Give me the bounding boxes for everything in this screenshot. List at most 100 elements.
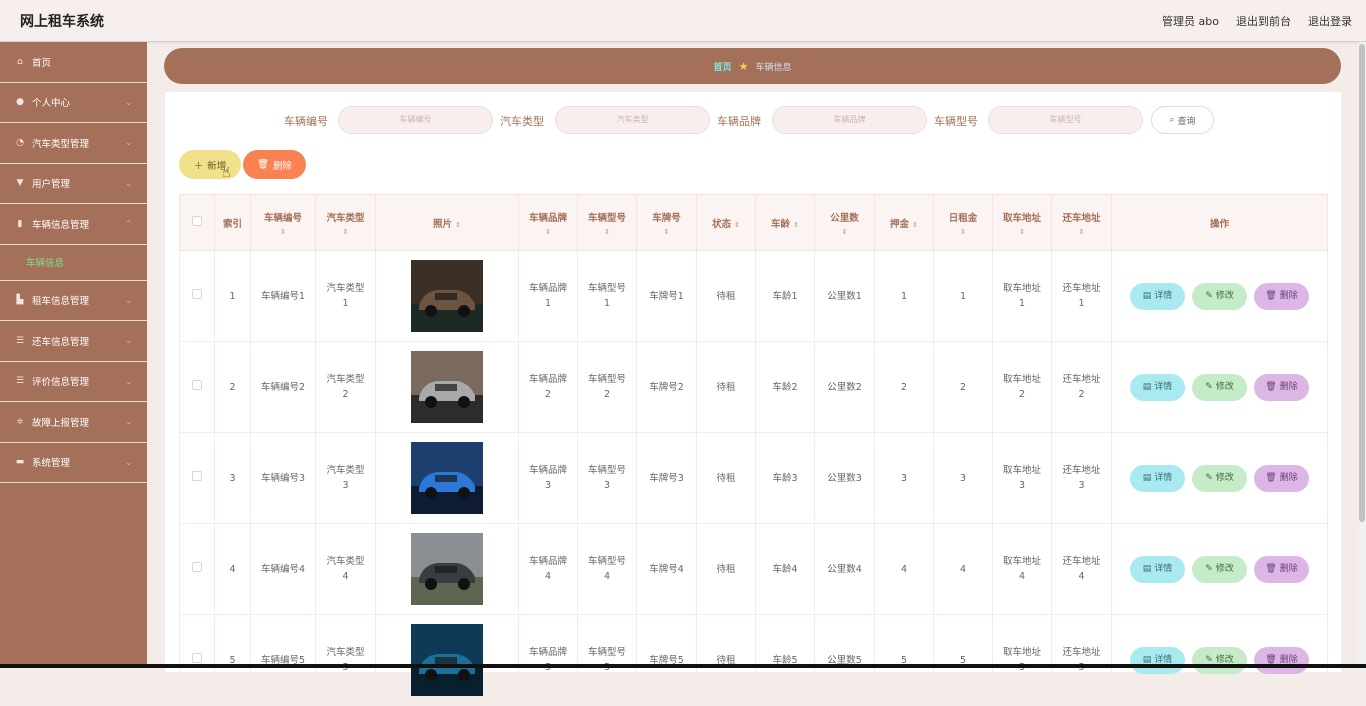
delete-row-button[interactable]: 🗑 删除	[1254, 555, 1309, 583]
checkbox[interactable]	[192, 216, 202, 226]
cell-rent: 3	[933, 432, 993, 524]
car-photo[interactable]	[411, 260, 483, 332]
header-photo[interactable]: 照片 ⇕	[375, 194, 519, 251]
row-select-cell[interactable]	[179, 432, 215, 524]
query-button[interactable]: ⌕ 查询	[1151, 106, 1214, 134]
row-select-cell[interactable]	[179, 523, 215, 615]
sidebar-item-home[interactable]: ⌂ 首页	[0, 42, 147, 83]
sidebar-item-profile[interactable]: ● 个人中心 ⌄	[0, 83, 147, 123]
edit-button[interactable]: ✎ 修改	[1192, 464, 1247, 492]
breadcrumb-home[interactable]: 首页	[714, 60, 732, 73]
car-photo[interactable]	[411, 533, 483, 605]
detail-button[interactable]: ▤ 详情	[1130, 373, 1185, 401]
delete-row-button[interactable]: 🗑 删除	[1254, 282, 1309, 310]
sidebar-item-users[interactable]: ▼ 用户管理 ⌄	[0, 164, 147, 204]
cell-text: 车辆型号5	[587, 647, 626, 673]
cell-pickup: 取车地址3	[992, 432, 1052, 524]
header-rent[interactable]: 日租金 ⇕	[933, 194, 993, 251]
sort-icon[interactable]: ⇕	[934, 228, 992, 236]
header-return[interactable]: 还车地址 ⇕	[1051, 194, 1112, 251]
row-select-cell[interactable]	[179, 341, 215, 433]
sort-icon[interactable]: ⇕	[993, 228, 1051, 236]
header-brand[interactable]: 车辆品牌 ⇕	[518, 194, 578, 251]
sidebar-item-vehicles[interactable]: ▮ 车辆信息管理 ⌃	[0, 204, 147, 245]
header-model[interactable]: 车辆型号 ⇕	[577, 194, 637, 251]
add-button[interactable]: ＋ 新增	[179, 150, 241, 179]
edit-button[interactable]: ✎ 修改	[1192, 282, 1247, 310]
delete-button[interactable]: 🗑 删除	[243, 150, 306, 179]
header-pickup[interactable]: 取车地址 ⇕	[992, 194, 1052, 251]
sidebar-item-faults[interactable]: ≑ 故障上报管理 ⌄	[0, 402, 147, 443]
cell-text: 车辆型号2	[587, 374, 626, 400]
sort-icon[interactable]: ⇕	[316, 228, 375, 236]
admin-user-label[interactable]: 管理员 abo	[1162, 13, 1219, 29]
sidebar-item-reviews[interactable]: ☰ 评价信息管理 ⌄	[0, 362, 147, 402]
vehicle-brand-input[interactable]: 车辆品牌	[772, 106, 927, 134]
cell-text: 公里数3	[827, 472, 862, 484]
sort-icon[interactable]: ⇕	[912, 221, 918, 229]
sort-icon[interactable]: ⇕	[578, 228, 636, 236]
sort-icon[interactable]: ⇕	[455, 221, 461, 229]
header-code[interactable]: 车辆编号 ⇕	[250, 194, 316, 251]
sort-icon[interactable]: ⇕	[793, 221, 799, 229]
cell-index: 3	[214, 432, 251, 524]
pencil-icon: ✎	[1205, 290, 1213, 301]
header-deposit[interactable]: 押金 ⇕	[874, 194, 934, 251]
cell-text: 1	[959, 290, 967, 302]
row-select-cell[interactable]	[179, 250, 215, 342]
checkbox[interactable]	[192, 470, 202, 481]
cell-model: 车辆型号2	[577, 341, 637, 433]
checkbox[interactable]	[192, 652, 202, 663]
detail-button[interactable]: ▤ 详情	[1130, 464, 1185, 492]
header-status[interactable]: 状态 ⇕	[696, 194, 756, 251]
header-index: 索引	[214, 194, 251, 251]
chevron-down-icon: ⌄	[125, 376, 132, 386]
detail-button[interactable]: ▤ 详情	[1130, 555, 1185, 583]
delete-row-button[interactable]: 🗑 删除	[1254, 373, 1309, 401]
cell-text: 公里数2	[827, 381, 862, 393]
edit-button[interactable]: ✎ 修改	[1192, 555, 1247, 583]
header-age[interactable]: 车龄 ⇕	[755, 194, 815, 251]
car-photo[interactable]	[411, 442, 483, 514]
sort-icon[interactable]: ⇕	[251, 228, 315, 236]
sort-icon[interactable]: ⇕	[637, 228, 696, 236]
cell-mileage: 公里数4	[814, 523, 875, 615]
car-photo[interactable]	[411, 351, 483, 423]
pencil-icon: ✎	[1205, 381, 1213, 392]
sort-icon[interactable]: ⇕	[1052, 228, 1111, 236]
back-to-front-link[interactable]: 退出到前台	[1236, 13, 1291, 29]
vehicle-code-input[interactable]: 车辆编号	[338, 106, 493, 134]
select-all-header[interactable]	[179, 194, 215, 251]
sidebar-subitem-vehicle-info[interactable]: 车辆信息	[0, 245, 147, 281]
header-type[interactable]: 汽车类型 ⇕	[315, 194, 376, 251]
car-type-input[interactable]: 汽车类型	[555, 106, 710, 134]
sidebar-item-car-types[interactable]: ◔ 汽车类型管理 ⌄	[0, 123, 147, 164]
scrollbar-thumb[interactable]	[1359, 44, 1365, 522]
row-select-cell[interactable]	[179, 614, 215, 706]
sort-icon[interactable]: ⇕	[815, 228, 874, 236]
sort-icon[interactable]: ⇕	[734, 221, 740, 229]
sidebar-item-rentals[interactable]: ▙ 租车信息管理 ⌄	[0, 281, 147, 321]
page-scrollbar[interactable]	[1358, 42, 1366, 668]
detail-button[interactable]: ▤ 详情	[1130, 282, 1185, 310]
logout-link[interactable]: 退出登录	[1308, 13, 1352, 29]
car-photo[interactable]	[411, 624, 483, 696]
detail-button[interactable]: ▤ 详情	[1130, 646, 1185, 674]
checkbox[interactable]	[192, 288, 202, 299]
edit-button[interactable]: ✎ 修改	[1192, 373, 1247, 401]
vehicle-model-input[interactable]: 车辆型号	[988, 106, 1143, 134]
cell-brand: 车辆品牌2	[518, 341, 578, 433]
header-mileage[interactable]: 公里数 ⇕	[814, 194, 875, 251]
header-plate[interactable]: 车牌号 ⇕	[636, 194, 697, 251]
edit-button[interactable]: ✎ 修改	[1192, 646, 1247, 674]
delete-row-button[interactable]: 🗑 删除	[1254, 646, 1309, 674]
cell-text: 1	[229, 290, 236, 302]
cell-text: 4	[900, 563, 908, 575]
sort-icon[interactable]: ⇕	[519, 228, 577, 236]
delete-row-button[interactable]: 🗑 删除	[1254, 464, 1309, 492]
chevron-down-icon: ⌄	[125, 336, 132, 345]
checkbox[interactable]	[192, 561, 202, 572]
sidebar-item-returns[interactable]: ☰ 还车信息管理 ⌄	[0, 321, 147, 362]
sidebar-item-system[interactable]: ▬ 系统管理 ⌄	[0, 443, 147, 483]
checkbox[interactable]	[192, 379, 202, 390]
